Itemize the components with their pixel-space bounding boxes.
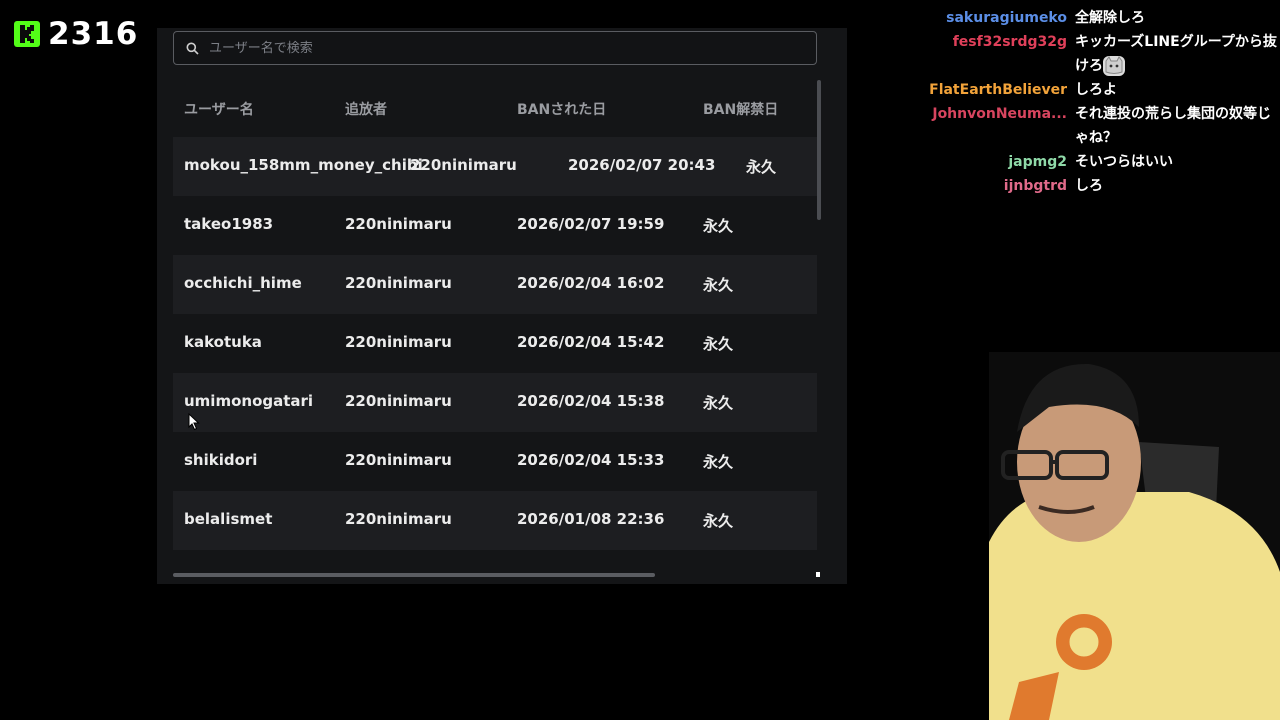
chat-text: しろよ [1075,82,1117,98]
cell-username: belalismet [184,510,273,528]
chat-username[interactable]: japmg2 [900,150,1067,174]
cell-username: mokou_158mm_money_chibi [184,156,423,174]
cell-banned-by: 220ninimaru [345,215,452,233]
streamer-webcam-image [989,352,1280,720]
banned-users-panel: ユーザー名 追放者 BANされた日 BAN解禁日 mokou_158mm_mon… [157,28,847,584]
chat-message: FlatEarthBeliever しろよ [900,78,1280,102]
cell-banned-by: 220ninimaru [345,392,452,410]
search-input[interactable] [207,39,791,57]
chat-message: fesf32srdg32g キッカーズLINEグループから抜けろ [900,30,1280,78]
cell-banned-date: 2026/02/04 16:02 [517,274,665,292]
chat-message: japmg2 そいつらはいい [900,150,1280,174]
table-row[interactable]: takeo1983 220ninimaru 2026/02/07 19:59 永… [173,196,817,255]
column-header-banned-by[interactable]: 追放者 [345,99,387,119]
webcam-feed [989,352,1280,720]
table-row[interactable]: shikidori 220ninimaru 2026/02/04 15:33 永… [173,432,817,491]
cat-emote-icon [1103,56,1125,76]
cell-banned-by: 220ninimaru [345,274,452,292]
cell-banned-date: 2026/02/04 15:38 [517,392,665,410]
cell-unban-date: 永久 [703,512,734,530]
viewer-counter: 2316 [14,14,138,54]
table-header: ユーザー名 追放者 BANされた日 BAN解禁日 [173,88,817,128]
column-header-banned-date[interactable]: BANされた日 [517,99,606,119]
cell-unban-date: 永久 [703,276,734,294]
cell-username: umimonogatari [184,392,314,410]
vertical-scrollbar[interactable] [817,80,821,220]
search-box[interactable] [173,31,817,65]
chat-username[interactable]: JohnvonNeuma... [900,102,1067,150]
cell-banned-date: 2026/01/08 22:36 [517,510,665,528]
cell-username: takeo1983 [184,215,274,233]
chat-message: JohnvonNeuma... それ連投の荒らし集団の奴等じゃね？ [900,102,1280,150]
chat-username[interactable]: fesf32srdg32g [900,30,1067,78]
table-row[interactable]: occhichi_hime 220ninimaru 2026/02/04 16:… [173,255,817,314]
cell-banned-by: 220ninimaru [345,333,452,351]
chat-username[interactable]: ijnbgtrd [900,174,1067,198]
cell-unban-date: 永久 [703,335,734,353]
cell-banned-date: 2026/02/04 15:33 [517,451,665,469]
table-row[interactable]: kakotuka 220ninimaru 2026/02/04 15:42 永久 [173,314,817,373]
table-row[interactable]: belalismet 220ninimaru 2026/01/08 22:36 … [173,491,817,550]
chat-username[interactable]: FlatEarthBeliever [900,78,1067,102]
cell-banned-date: 2026/02/07 20:43 [568,156,716,174]
cell-banned-by: 220ninimaru [345,510,452,528]
table-row[interactable]: mokou_158mm_money_chibi 220ninimaru 2026… [173,137,817,196]
chat-message: sakuragiumeko 全解除しろ [900,6,1280,30]
cell-unban-date: 永久 [746,158,777,176]
kick-logo-icon [14,21,40,47]
cell-unban-date: 永久 [703,217,734,235]
column-header-unban-date[interactable]: BAN解禁日 [703,99,778,119]
cell-username: occhichi_hime [184,274,302,292]
table-row[interactable]: umimonogatari 220ninimaru 2026/02/04 15:… [173,373,817,432]
chat-message: ijnbgtrd しろ [900,174,1280,198]
chat-text: 全解除しろ [1075,10,1145,26]
horizontal-scrollbar[interactable] [173,573,655,577]
cell-unban-date: 永久 [703,394,734,412]
cell-username: kakotuka [184,333,262,351]
chat-text: そいつらはいい [1075,154,1173,170]
viewer-count: 2316 [48,16,139,52]
cell-banned-date: 2026/02/07 19:59 [517,215,665,233]
mouse-cursor-icon [188,412,200,435]
chat-text: それ連投の荒らし集団の奴等じゃね？ [1075,106,1271,146]
cell-unban-date: 永久 [703,453,734,471]
chat-username[interactable]: sakuragiumeko [900,6,1067,30]
banned-users-list: mokou_158mm_money_chibi 220ninimaru 2026… [173,137,817,550]
chat-text: しろ [1075,178,1103,194]
chat-overlay: sakuragiumeko 全解除しろ fesf32srdg32g キッカーズL… [900,6,1280,198]
column-header-username[interactable]: ユーザー名 [184,99,254,119]
search-icon [186,42,199,55]
cell-banned-by: 220ninimaru [410,156,517,174]
scroll-corner-marker [816,572,820,577]
cell-banned-by: 220ninimaru [345,451,452,469]
chat-text-wrap: キッカーズLINEグループから抜けろ [1075,30,1277,78]
cell-banned-date: 2026/02/04 15:42 [517,333,665,351]
cell-username: shikidori [184,451,258,469]
